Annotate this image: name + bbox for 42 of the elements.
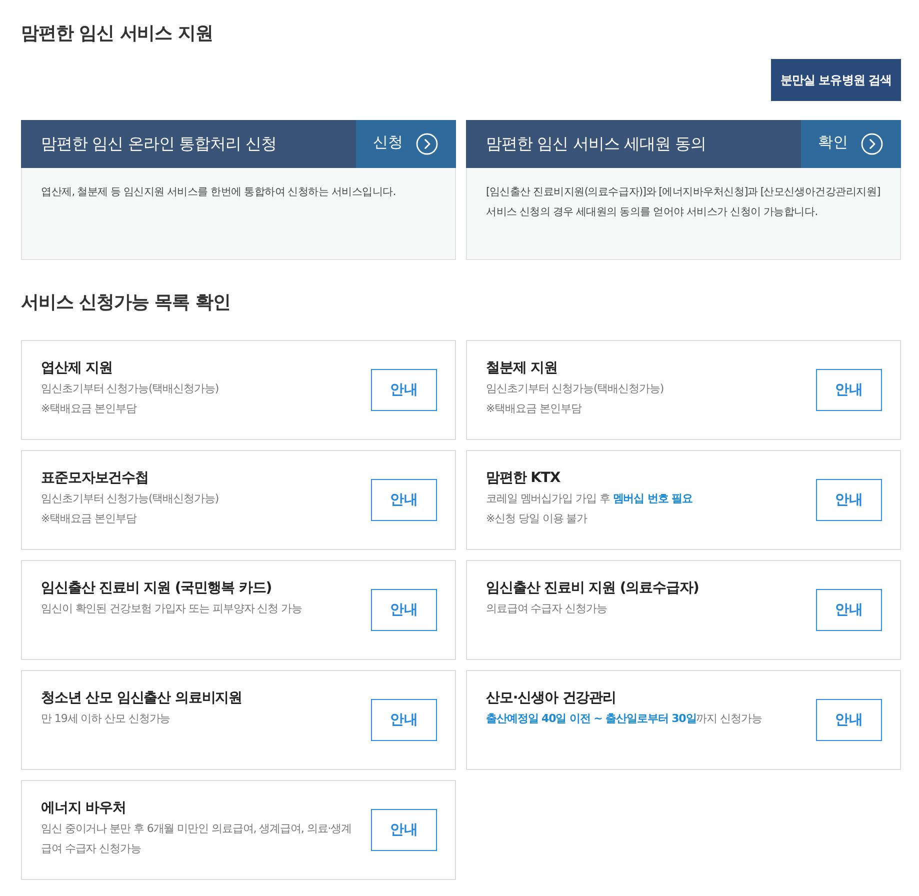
guide-button[interactable]: 안내: [816, 479, 882, 521]
service-title: 임신출산 진료비 지원 (의료수급자): [486, 579, 700, 598]
circle-chevron-icon: [861, 133, 883, 155]
service-title: 맘편한 KTX: [486, 469, 562, 488]
service-description: 임신초기부터 신청가능(택배신청가능): [486, 381, 665, 397]
service-description: 출산예정일 40일 이전 ~ 출산일로부터 30일까지 신청가능: [486, 711, 763, 727]
service-description: 임신초기부터 신청가능(택배신청가능): [41, 491, 220, 507]
service-title: 철분제 지원: [486, 359, 559, 378]
service-description: ※택배요금 본인부담: [486, 401, 583, 417]
service-title: 임신출산 진료비 지원 (국민행복 카드): [41, 579, 273, 598]
service-description: 임신 중이거나 분만 후 6개월 미만인 의료급여, 생계급여, 의료·생계급여 수급자 신청가능: [41, 821, 353, 857]
service-title: 에너지 바우처: [41, 799, 127, 818]
service-description: 임신이 확인된 건강보험 가입자 또는 피부양자 신청 가능: [41, 601, 303, 617]
guide-button[interactable]: 안내: [371, 589, 437, 631]
feature-description: 엽산제, 철분제 등 임신지원 서비스를 한번에 통합하여 신청하는 서비스입니다.: [41, 185, 397, 200]
feature-title: 맘편한 임신 온라인 통합처리 신청: [41, 134, 277, 154]
action-button[interactable]: 신청: [356, 120, 456, 168]
circle-chevron-icon: [416, 133, 438, 155]
service-description: 만 19세 이하 산모 신청가능: [41, 711, 172, 727]
service-description: ※택배요금 본인부담: [41, 401, 138, 417]
guide-button[interactable]: 안내: [371, 479, 437, 521]
page-title: 맘편한 임신 서비스 지원: [21, 22, 213, 46]
guide-button[interactable]: 안내: [371, 699, 437, 741]
section-title: 서비스 신청가능 목록 확인: [21, 291, 230, 315]
service-description: 의료급여 수급자 신청가능: [486, 601, 608, 617]
guide-button[interactable]: 안내: [371, 809, 437, 851]
guide-button[interactable]: 안내: [816, 369, 882, 411]
feature-description: [임신출산 진료비지원(의료수급자)]와 [에너지바우처신청]과 [산모신생아건강관리지원] 서비스 신청의 경우 세대원의 동의를 얻어야 서비스가 신청이 가능합니다.: [486, 185, 881, 220]
feature-title: 맘편한 임신 서비스 세대원 동의: [486, 134, 706, 154]
service-description: 임신초기부터 신청가능(택배신청가능): [41, 381, 220, 397]
hospital-search-button[interactable]: 분만실 보유병원 검색: [771, 59, 901, 101]
service-description: ※신청 당일 이용 불가: [486, 511, 588, 527]
service-title: 청소년 산모 임신출산 의료비지원: [41, 689, 244, 708]
service-title: 엽산제 지원: [41, 359, 114, 378]
service-title: 산모·신생아 건강관리: [486, 689, 618, 708]
service-title: 표준모자보건수첩: [41, 469, 150, 488]
service-description: ※택배요금 본인부담: [41, 511, 138, 527]
guide-button[interactable]: 안내: [816, 699, 882, 741]
service-description: 코레일 멤버십가입 가입 후 멤버십 번호 필요: [486, 491, 694, 507]
guide-button[interactable]: 안내: [371, 369, 437, 411]
guide-button[interactable]: 안내: [816, 589, 882, 631]
action-button[interactable]: 확인: [801, 120, 901, 168]
